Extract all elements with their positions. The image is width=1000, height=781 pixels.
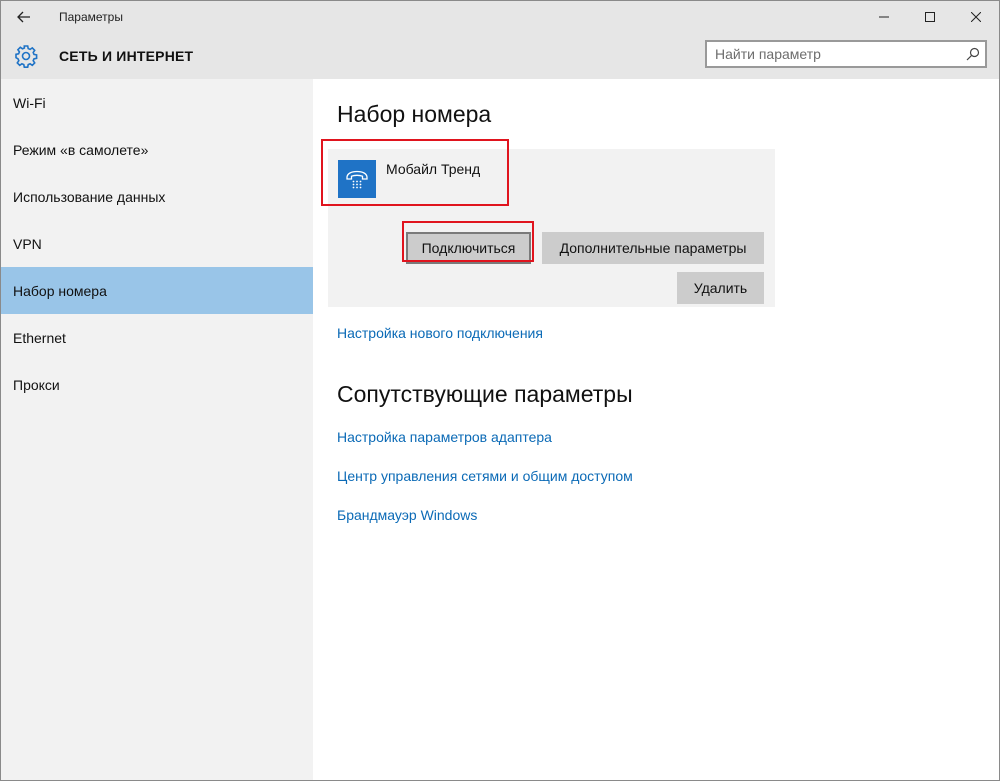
maximize-icon bbox=[925, 12, 935, 22]
title-bar: Параметры bbox=[1, 1, 999, 33]
highlight-connect-button bbox=[402, 221, 534, 262]
delete-button[interactable]: Удалить bbox=[677, 272, 764, 304]
back-arrow-icon bbox=[17, 11, 30, 23]
window-controls bbox=[861, 1, 999, 33]
main-content: Набор номера Мобайл Тренд Подключиться Д… bbox=[314, 79, 999, 780]
sidebar-item-data-usage[interactable]: Использование данных bbox=[1, 173, 313, 220]
section-title: Набор номера bbox=[337, 101, 492, 127]
sidebar-item-wifi[interactable]: Wi-Fi bbox=[1, 79, 313, 126]
sidebar-item-vpn[interactable]: VPN bbox=[1, 220, 313, 267]
adapter-settings-link[interactable]: Настройка параметров адаптера bbox=[337, 429, 552, 445]
minimize-button[interactable] bbox=[861, 1, 907, 33]
sidebar: Wi-Fi Режим «в самолете» Использование д… bbox=[1, 79, 313, 780]
new-connection-link[interactable]: Настройка нового подключения bbox=[337, 325, 543, 341]
window-title: Параметры bbox=[59, 10, 123, 24]
gear-icon bbox=[13, 43, 39, 69]
close-button[interactable] bbox=[953, 1, 999, 33]
settings-window: Параметры СЕТЬ И ИНТЕРНЕТ Найти параметр… bbox=[0, 0, 1000, 781]
sidebar-item-dialup[interactable]: Набор номера bbox=[1, 267, 313, 314]
close-icon bbox=[971, 12, 981, 22]
sidebar-item-ethernet[interactable]: Ethernet bbox=[1, 314, 313, 361]
related-settings-title: Сопутствующие параметры bbox=[337, 381, 633, 407]
sidebar-item-airplane-mode[interactable]: Режим «в самолете» bbox=[1, 126, 313, 173]
search-icon[interactable] bbox=[961, 47, 985, 61]
back-button[interactable] bbox=[1, 1, 47, 33]
network-center-link[interactable]: Центр управления сетями и общим доступом bbox=[337, 468, 633, 484]
maximize-button[interactable] bbox=[907, 1, 953, 33]
firewall-link[interactable]: Брандмауэр Windows bbox=[337, 507, 477, 523]
sidebar-item-proxy[interactable]: Прокси bbox=[1, 361, 313, 408]
search-box[interactable] bbox=[705, 40, 987, 68]
settings-header: СЕТЬ И ИНТЕРНЕТ bbox=[1, 33, 999, 79]
highlight-connection bbox=[321, 139, 509, 206]
page-title: СЕТЬ И ИНТЕРНЕТ bbox=[59, 48, 194, 64]
advanced-settings-button[interactable]: Дополнительные параметры bbox=[542, 232, 764, 264]
search-input[interactable] bbox=[707, 45, 961, 63]
minimize-icon bbox=[879, 16, 889, 18]
